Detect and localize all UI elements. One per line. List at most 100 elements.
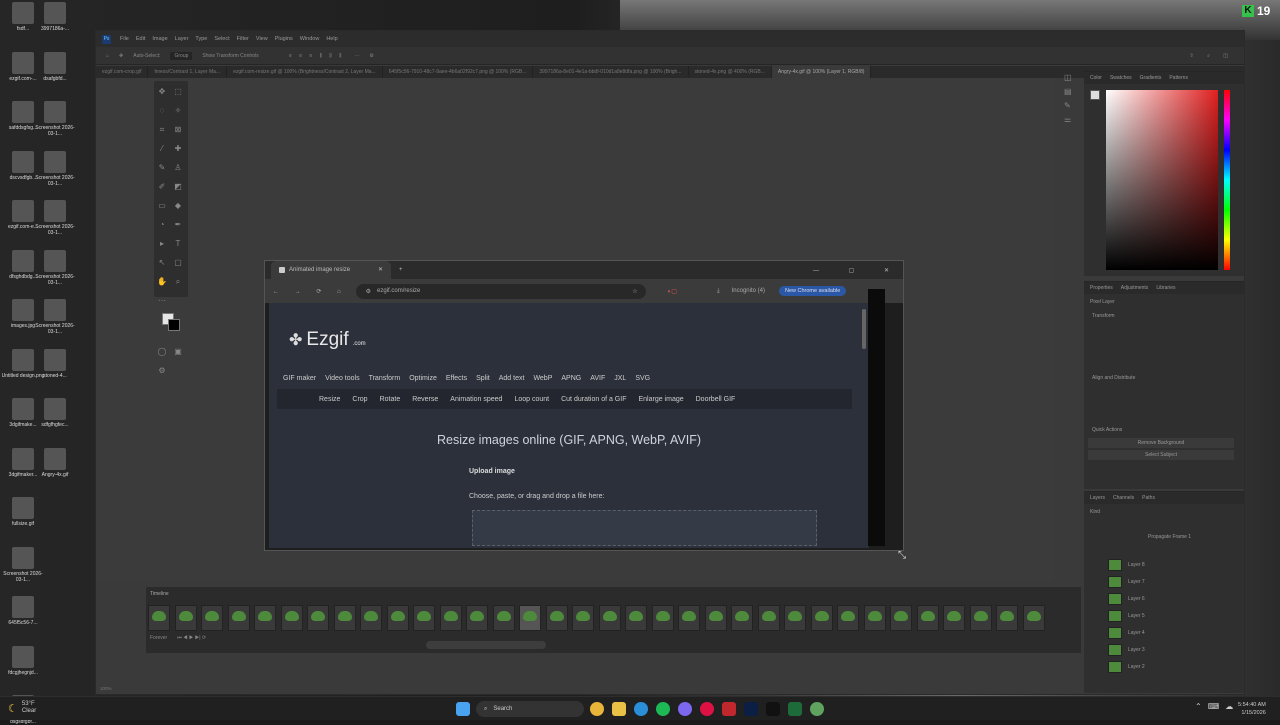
pen-tool-icon[interactable]: ✒ <box>173 220 183 230</box>
browser-tab[interactable]: Animated image resize ✕ <box>271 261 391 279</box>
quick-mask-icon[interactable]: ◯ <box>157 347 167 357</box>
timeline-frame[interactable] <box>678 605 700 631</box>
desktop-icon[interactable]: Screenshot 2026-03-1... <box>32 101 78 137</box>
tab-adjustments[interactable]: Adjustments <box>1121 285 1149 291</box>
sub-enlarge[interactable]: Enlarge image <box>638 396 683 403</box>
menu-optimize[interactable]: Optimize <box>409 375 437 382</box>
doc-tab[interactable]: 3997186a-8e01-4e1a-bbdf-010d1a8e8dfa.png… <box>533 66 689 78</box>
home-icon[interactable]: ⌂ <box>106 53 109 59</box>
photoshop-taskbar-icon[interactable] <box>744 702 758 716</box>
timeline-frame[interactable] <box>254 605 276 631</box>
hand-tool-icon[interactable]: ✋ <box>157 277 167 287</box>
download-icon[interactable]: ⤓ <box>717 288 720 295</box>
nav-buttons-icon[interactable]: ← → ⟳ ⌂ <box>273 288 348 295</box>
sub-rotate[interactable]: Rotate <box>380 396 401 403</box>
blur-tool-icon[interactable]: ◆ <box>173 201 183 211</box>
doc-tab[interactable]: stoned-4x.png @ 400% (RGB... <box>689 66 772 78</box>
more-icon[interactable]: ··· <box>354 53 359 59</box>
layer-row[interactable]: Layer 3 <box>1084 641 1244 658</box>
dodge-tool-icon[interactable]: ◔ <box>157 220 167 230</box>
timeline-scrollbar[interactable] <box>426 641 546 649</box>
zoom-tool-icon[interactable]: ⌕ <box>173 277 183 287</box>
color-picker-field[interactable] <box>1106 90 1218 270</box>
menu-split[interactable]: Split <box>476 375 490 382</box>
sub-animation-speed[interactable]: Animation speed <box>450 396 502 403</box>
ezgif-logo[interactable]: ✤ Ezgif .com <box>289 329 366 351</box>
desktop-icon[interactable]: Screenshot 2026-03-1... <box>32 299 78 335</box>
healing-brush-icon[interactable]: ✚ <box>173 144 183 154</box>
layer-row[interactable]: Layer 2 <box>1084 658 1244 675</box>
tab-patterns[interactable]: Patterns <box>1169 75 1188 81</box>
sub-doorbell[interactable]: Doorbell GIF <box>696 396 736 403</box>
menu-edit[interactable]: Edit <box>136 36 145 42</box>
timeline-frame[interactable] <box>996 605 1018 631</box>
layer-row[interactable]: Layer 8 <box>1084 556 1244 573</box>
window-controls[interactable]: — ▢ ✕ <box>813 267 903 274</box>
discord-icon[interactable] <box>678 702 692 716</box>
fg-color-chip[interactable] <box>1090 90 1100 100</box>
desktop-icon[interactable]: fdcgjhegnjd... <box>0 645 46 676</box>
doc-tab[interactable]: hness/Contrast 1, Layer Ma... <box>148 66 228 78</box>
timeline-frame[interactable] <box>413 605 435 631</box>
timeline-frame[interactable] <box>201 605 223 631</box>
app-icon[interactable] <box>700 702 714 716</box>
menu-image[interactable]: Image <box>152 36 167 42</box>
terminal-icon[interactable] <box>766 702 780 716</box>
layer-row[interactable]: Layer 5 <box>1084 607 1244 624</box>
doc-tab[interactable]: ezgif.com-crop.gif <box>96 66 149 78</box>
menu-webp[interactable]: WebP <box>533 375 552 382</box>
menu-view[interactable]: View <box>256 36 268 42</box>
move-tool-icon[interactable]: ✥ <box>157 87 167 97</box>
tab-layers[interactable]: Layers <box>1090 495 1105 501</box>
settings-icon[interactable]: ⚙ <box>369 53 373 59</box>
edit-toolbar-icon[interactable]: ⚙ <box>157 366 167 376</box>
xbox-icon[interactable] <box>788 702 802 716</box>
desktop-icon[interactable]: stoned-4... <box>32 348 78 379</box>
timeline-frame[interactable] <box>625 605 647 631</box>
loop-select[interactable]: Forever <box>150 635 167 641</box>
timeline-frame[interactable] <box>837 605 859 631</box>
timeline-frame[interactable] <box>651 605 674 631</box>
page-scrollbar[interactable] <box>862 309 866 349</box>
timeline-frame[interactable] <box>227 605 250 631</box>
menu-filter[interactable]: Filter <box>237 36 249 42</box>
file-drop-zone[interactable] <box>472 510 817 546</box>
tab-properties[interactable]: Properties <box>1090 285 1113 291</box>
desktop-icon[interactable]: Screenshot 2026-03-1... <box>32 150 78 187</box>
quick-actions-section[interactable]: Quick Actions <box>1084 424 1244 436</box>
adjust-icon[interactable]: ⚌ <box>1064 113 1080 127</box>
menu-plugins[interactable]: Plugins <box>275 36 293 42</box>
close-tab-icon[interactable]: ✕ <box>378 261 383 279</box>
comments-icon[interactable]: ▤ <box>1064 85 1080 99</box>
timeline-frame[interactable] <box>545 605 568 631</box>
spotify-icon[interactable] <box>656 702 670 716</box>
shape-tool-icon[interactable]: ▢ <box>173 258 183 268</box>
sub-reverse[interactable]: Reverse <box>412 396 438 403</box>
menu-avif[interactable]: AVIF <box>590 375 605 382</box>
tab-paths[interactable]: Paths <box>1142 495 1155 501</box>
timeline-frame[interactable] <box>280 605 303 631</box>
show-transform-checkbox[interactable]: Show Transform Controls <box>202 53 258 59</box>
layer-row[interactable]: Layer 6 <box>1084 590 1244 607</box>
menu-video-tools[interactable]: Video tools <box>325 375 360 382</box>
hue-slider[interactable] <box>1224 90 1230 270</box>
desktop-icon[interactable]: Screenshot 2026-03-1... <box>32 200 78 236</box>
menu-apng[interactable]: APNG <box>561 375 581 382</box>
desktop-icon[interactable]: Screenshot 2026-03-1... <box>0 546 46 583</box>
tab-color[interactable]: Color <box>1090 75 1102 81</box>
timeline-frame[interactable] <box>360 605 382 631</box>
tab-swatches[interactable]: Swatches <box>1110 75 1132 81</box>
menu-gif-maker[interactable]: GIF maker <box>283 375 316 382</box>
auto-select-checkbox[interactable]: Auto-Select: <box>133 53 160 59</box>
menu-type[interactable]: Type <box>195 36 207 42</box>
menu-svg[interactable]: SVG <box>635 375 650 382</box>
history-brush-icon[interactable]: ✐ <box>157 182 167 192</box>
frame-tool-icon[interactable]: ⊠ <box>173 125 183 135</box>
timeline-frame[interactable] <box>333 605 356 631</box>
eraser-icon[interactable]: ◩ <box>173 182 183 192</box>
desktop-icon[interactable]: 645f5c56-7... <box>0 596 46 626</box>
propagate-frame-checkbox[interactable]: Propagate Frame 1 <box>1084 520 1244 542</box>
timeline-frame[interactable] <box>174 605 197 631</box>
menu-transform[interactable]: Transform <box>369 375 401 382</box>
menu-layer[interactable]: Layer <box>175 36 189 42</box>
